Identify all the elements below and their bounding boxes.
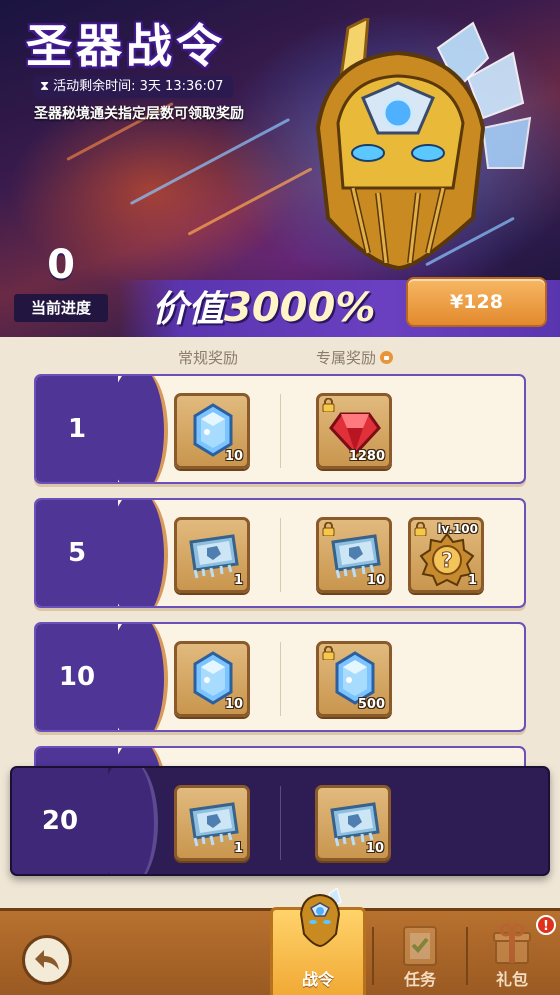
lock-icon (380, 351, 394, 364)
tab-tasks[interactable]: 任务 (372, 911, 468, 995)
item-quantity: 10 (365, 841, 384, 856)
gift-box-icon (493, 923, 531, 964)
value-prefix: 价值 (152, 289, 225, 330)
column-divider (280, 394, 281, 468)
regular-rewards-header: 常规奖励 (178, 349, 239, 367)
item-quantity: 500 (357, 697, 385, 712)
helmet-icon (299, 888, 342, 948)
exclusive-rewards-label: 专属奖励 (316, 349, 377, 367)
reward-item-locked[interactable]: lv.100 1 (408, 517, 484, 593)
reward-level: 10 (36, 624, 118, 730)
back-arrow-icon (35, 950, 59, 970)
value-amount: 3000% (224, 285, 376, 331)
reward-row-10[interactable]: 10 10 500 (34, 622, 526, 732)
task-board-icon (403, 926, 437, 966)
reward-level: 5 (36, 500, 118, 606)
mystery-medal-icon (419, 532, 475, 588)
item-quantity: 10 (366, 573, 385, 588)
item-quantity: 1280 (348, 449, 385, 464)
item-quantity: 1 (467, 573, 477, 588)
reward-level: 20 (12, 768, 108, 874)
purchase-button[interactable]: ¥128 (406, 277, 547, 327)
column-divider (280, 642, 281, 716)
holy-helmet-icon (315, 18, 532, 271)
tab-label: 礼包 (495, 970, 528, 989)
event-title: 圣器战令 (26, 19, 226, 73)
tab-battle-pass[interactable]: 战令 (270, 888, 366, 995)
tab-label: 任务 (403, 970, 436, 989)
column-divider (280, 786, 281, 860)
hourglass-icon: ⧗ (40, 79, 50, 94)
ice-ticket-icon (185, 794, 241, 850)
reward-item-locked[interactable]: 1280 (316, 393, 392, 469)
countdown-timer: ⧗ 活动剩余时间: 3天 13:36:07 (34, 76, 234, 98)
item-quantity: 1 (233, 841, 243, 856)
bottom-nav: 战令 任务 礼包 ! (0, 888, 560, 995)
item-quantity: 10 (224, 449, 243, 464)
value-text: 价值3000% (152, 280, 375, 332)
reward-row-1[interactable]: 1 10 1280 (34, 374, 526, 484)
reward-item-locked[interactable]: 10 (316, 517, 392, 593)
current-progress-value: 0 (47, 242, 75, 288)
reward-item[interactable]: 10 (315, 785, 391, 861)
next-reward-row-20[interactable]: 20 1 10 (10, 766, 550, 876)
exclusive-rewards-header: 专属奖励 (316, 347, 394, 368)
item-quantity: 1 (233, 573, 243, 588)
reward-item[interactable]: 10 (174, 641, 250, 717)
current-progress-label: 当前进度 (14, 294, 108, 322)
reward-item-locked[interactable]: 500 (316, 641, 392, 717)
ice-ticket-icon (185, 526, 241, 582)
reward-item[interactable]: 10 (174, 393, 250, 469)
reward-item[interactable]: 1 (174, 517, 250, 593)
tab-label: 战令 (301, 970, 334, 989)
reward-row-5[interactable]: 5 1 10 lv.100 1 (34, 498, 526, 608)
item-quantity: 10 (224, 697, 243, 712)
event-banner: 圣器战令 ⧗ 活动剩余时间: 3天 13:36:07 圣器秘境通关指定层数可领取… (0, 0, 560, 337)
reward-item[interactable]: 1 (174, 785, 250, 861)
notification-badge: ! (536, 915, 556, 935)
reward-level: 1 (36, 376, 118, 482)
column-divider (280, 518, 281, 592)
event-subtitle: 圣器秘境通关指定层数可领取奖励 (34, 106, 244, 122)
back-button[interactable] (22, 935, 72, 985)
timer-text: 活动剩余时间: 3天 13:36:07 (53, 79, 224, 94)
